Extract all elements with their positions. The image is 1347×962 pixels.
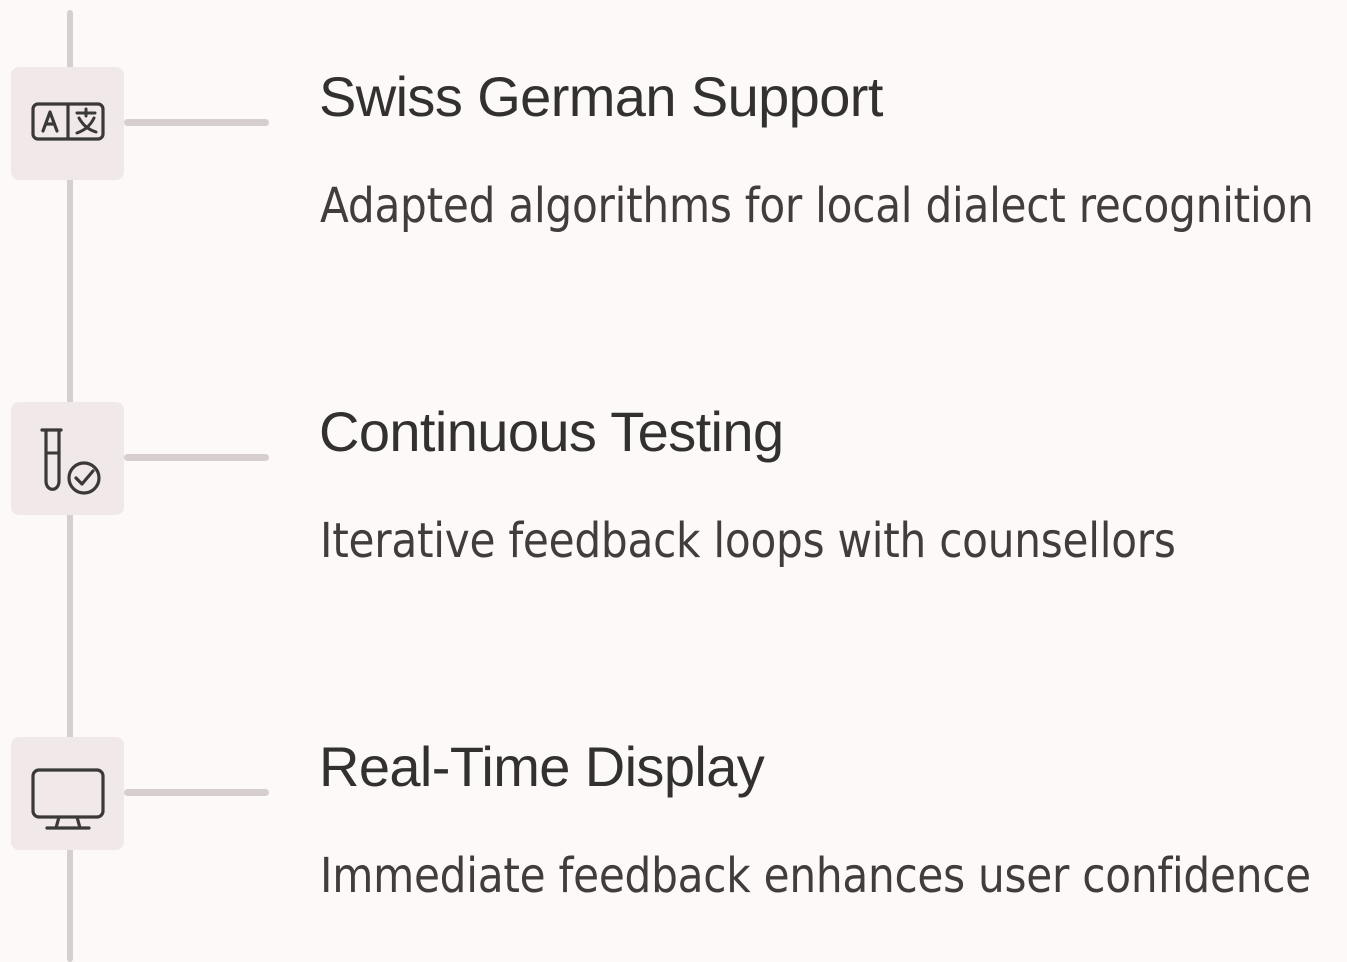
timeline-item-swiss-german-support: Swiss German Support Adapted algorithms …: [0, 65, 1347, 267]
timeline-item-title: Real-Time Display: [319, 735, 765, 798]
timeline-item-real-time-display: Real-Time Display Immediate feedback enh…: [0, 735, 1347, 937]
timeline-connector: [124, 789, 269, 796]
timeline-item-title: Continuous Testing: [319, 400, 784, 463]
monitor-icon: [30, 767, 105, 830]
timeline-item-description: Iterative feedback loops with counsellor…: [320, 513, 1176, 569]
timeline-item-description: Immediate feedback enhances user confide…: [320, 848, 1311, 904]
timeline-item-title: Swiss German Support: [319, 65, 883, 128]
test-tube-check-icon: [39, 427, 101, 495]
timeline-item-continuous-testing: Continuous Testing Iterative feedback lo…: [0, 400, 1347, 602]
feature-timeline: Swiss German Support Adapted algorithms …: [0, 0, 1347, 962]
translate-icon: [30, 101, 105, 141]
timeline-connector: [124, 119, 269, 126]
timeline-connector: [124, 454, 269, 461]
monitor-icon-container: [11, 737, 124, 850]
timeline-item-description: Adapted algorithms for local dialect rec…: [320, 178, 1314, 234]
translate-icon-container: [11, 67, 124, 180]
test-tube-check-icon-container: [11, 402, 124, 515]
